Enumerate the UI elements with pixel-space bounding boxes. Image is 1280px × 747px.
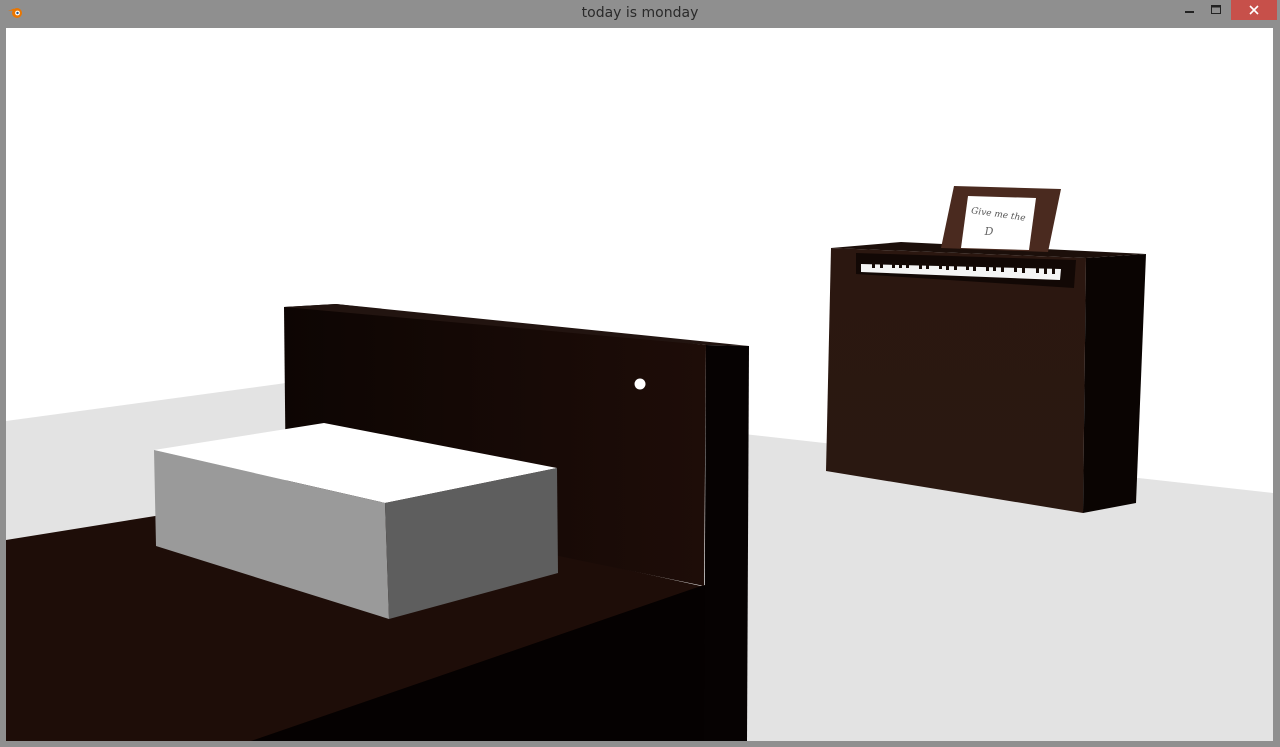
crosshair-dot	[634, 378, 646, 390]
app-window: today is monday Give me the D	[0, 0, 1280, 747]
scene-render: Give me the D	[6, 186, 1273, 741]
minimize-button[interactable]	[1178, 0, 1202, 20]
close-icon	[1249, 5, 1259, 15]
maximize-icon	[1211, 5, 1221, 14]
title-bar[interactable]: today is monday	[0, 0, 1280, 28]
piano-side	[1083, 254, 1146, 513]
3d-viewport[interactable]: Give me the D	[6, 28, 1273, 741]
window-title: today is monday	[581, 5, 699, 21]
maximize-button[interactable]	[1204, 0, 1228, 20]
frame-caption-line2: D	[984, 225, 994, 238]
close-button[interactable]	[1231, 0, 1277, 20]
piano-front	[826, 248, 1086, 513]
headboard-side	[704, 345, 749, 741]
minimize-icon	[1185, 11, 1194, 13]
